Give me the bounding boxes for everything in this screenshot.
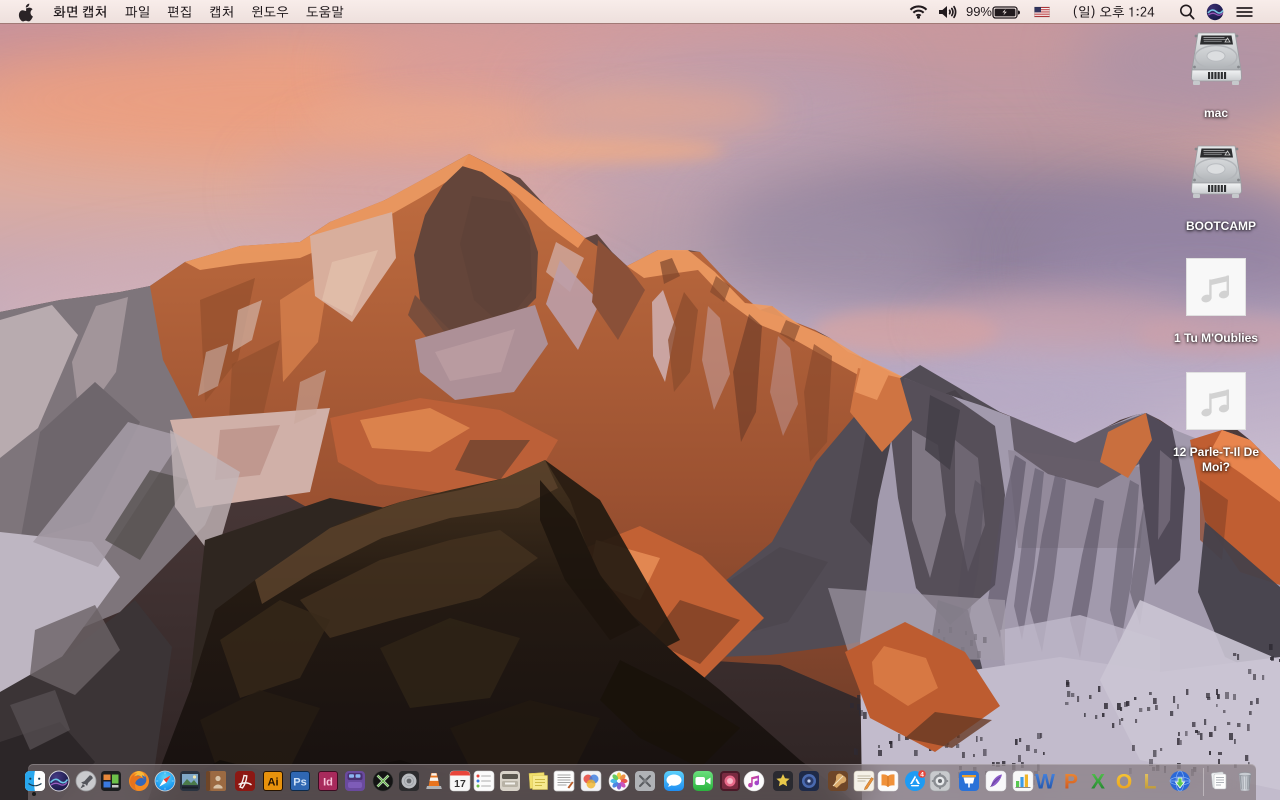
svg-text:W: W — [1035, 771, 1055, 793]
svg-text:Ai: Ai — [268, 777, 279, 789]
svg-text:P: P — [1064, 771, 1078, 793]
svg-text:O: O — [1116, 771, 1132, 793]
svg-text:4: 4 — [920, 771, 924, 778]
svg-text:L: L — [1144, 771, 1157, 793]
svg-text:X: X — [1090, 771, 1104, 793]
svg-text:17: 17 — [454, 778, 466, 790]
svg-text:Id: Id — [323, 777, 333, 789]
svg-text:Ps: Ps — [293, 777, 306, 789]
